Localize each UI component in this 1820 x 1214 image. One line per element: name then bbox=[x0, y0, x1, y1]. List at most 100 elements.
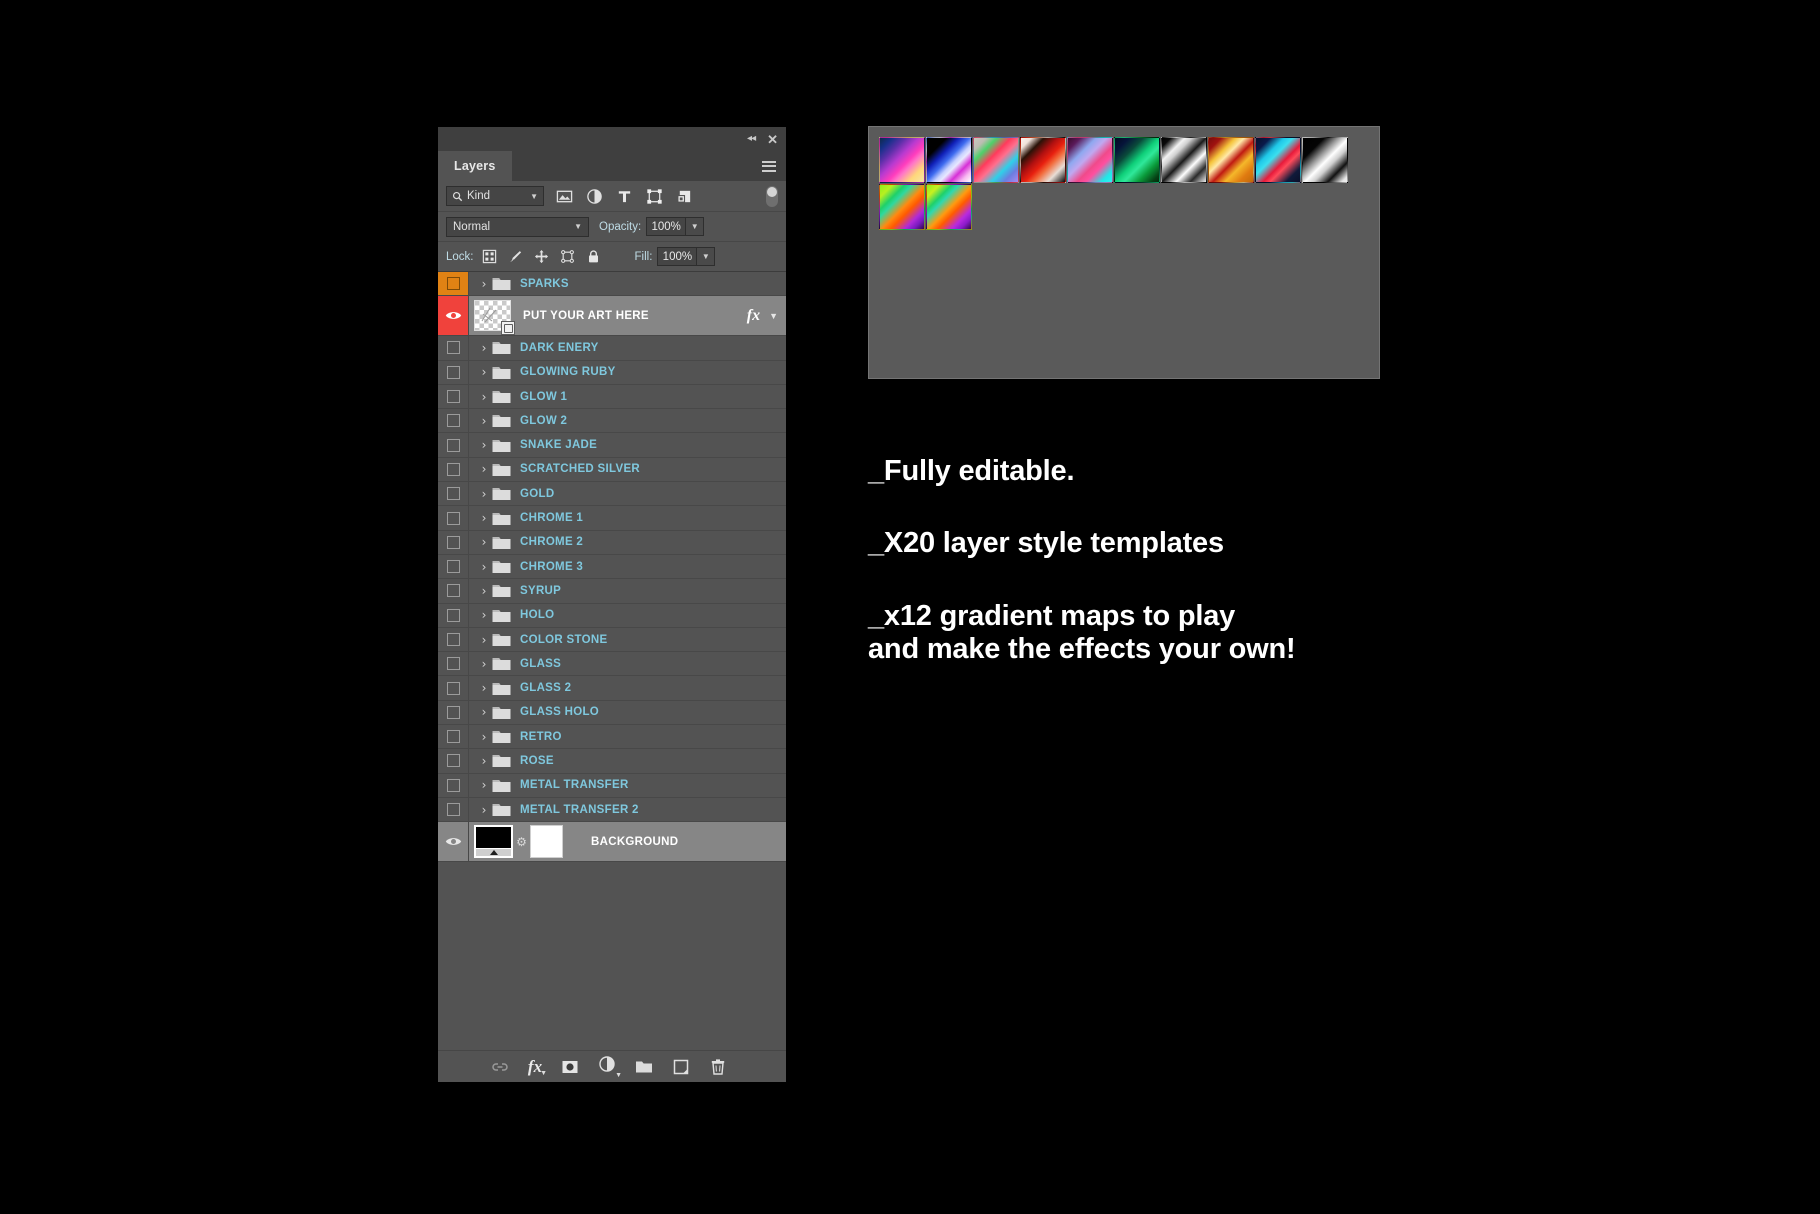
gradient-swatch-8[interactable] bbox=[1208, 137, 1254, 183]
lock-artboard-nesting-icon[interactable] bbox=[560, 249, 575, 264]
lock-all-icon[interactable] bbox=[586, 249, 601, 264]
layer-row-put-your-art-here[interactable]: PUT YOUR ART HERE fx ▼ bbox=[438, 296, 786, 336]
chevron-down-icon[interactable]: ▼ bbox=[769, 311, 778, 321]
disclosure-triangle-icon[interactable]: › bbox=[476, 706, 492, 718]
shape-filter-icon[interactable] bbox=[646, 188, 663, 205]
layer-row-color-stone[interactable]: › COLOR STONE bbox=[438, 628, 786, 652]
disclosure-triangle-icon[interactable]: › bbox=[476, 278, 492, 290]
visibility-toggle[interactable] bbox=[438, 482, 469, 505]
disclosure-triangle-icon[interactable]: › bbox=[476, 463, 492, 475]
filter-enable-toggle[interactable] bbox=[766, 186, 778, 207]
add-layer-style-button[interactable]: fx ▼ bbox=[528, 1057, 542, 1077]
disclosure-triangle-icon[interactable]: › bbox=[476, 804, 492, 816]
gradient-swatch-6[interactable] bbox=[1114, 137, 1160, 183]
new-adjustment-layer-button[interactable]: ▼ bbox=[598, 1055, 616, 1078]
type-filter-icon[interactable] bbox=[616, 188, 633, 205]
disclosure-triangle-icon[interactable]: › bbox=[476, 536, 492, 548]
layer-row-holo[interactable]: › HOLO bbox=[438, 604, 786, 628]
layer-row-glowing-ruby[interactable]: › GLOWING RUBY bbox=[438, 361, 786, 385]
layer-row-metal-transfer-2[interactable]: › METAL TRANSFER 2 bbox=[438, 798, 786, 822]
layer-row-syrup[interactable]: › SYRUP bbox=[438, 579, 786, 603]
layer-row-sparks[interactable]: › SPARKS bbox=[438, 272, 786, 296]
fx-icon[interactable]: fx bbox=[747, 307, 760, 325]
layer-row-retro[interactable]: › RETRO bbox=[438, 725, 786, 749]
layer-row-chrome-3[interactable]: › CHROME 3 bbox=[438, 555, 786, 579]
visibility-toggle[interactable] bbox=[438, 409, 469, 432]
visibility-toggle[interactable] bbox=[438, 531, 469, 554]
layer-row-glow-1[interactable]: › GLOW 1 bbox=[438, 385, 786, 409]
gradient-swatch-9[interactable] bbox=[1255, 137, 1301, 183]
visibility-toggle[interactable] bbox=[438, 774, 469, 797]
adjustment-filter-icon[interactable] bbox=[586, 188, 603, 205]
visibility-toggle[interactable] bbox=[438, 385, 469, 408]
layer-row-scratched-silver[interactable]: › SCRATCHED SILVER bbox=[438, 458, 786, 482]
visibility-toggle[interactable] bbox=[438, 749, 469, 772]
gradient-swatch-2[interactable] bbox=[926, 137, 972, 183]
fill-slider-toggle[interactable]: ▼ bbox=[697, 247, 715, 266]
disclosure-triangle-icon[interactable]: › bbox=[476, 391, 492, 403]
close-panel-icon[interactable]: ✕ bbox=[767, 133, 778, 146]
disclosure-triangle-icon[interactable]: › bbox=[476, 658, 492, 670]
link-mask-icon[interactable]: ⚙ bbox=[516, 835, 527, 849]
layer-row-dark-enery[interactable]: › DARK ENERY bbox=[438, 336, 786, 360]
gradient-swatch-4[interactable] bbox=[1020, 137, 1066, 183]
layer-row-background[interactable]: ⚙ BACKGROUND bbox=[438, 822, 786, 862]
panel-menu-button[interactable] bbox=[762, 151, 786, 181]
visibility-toggle[interactable] bbox=[438, 676, 469, 699]
visibility-toggle[interactable] bbox=[438, 652, 469, 675]
visibility-toggle[interactable] bbox=[438, 725, 469, 748]
visibility-toggle[interactable] bbox=[438, 336, 469, 359]
visibility-toggle[interactable] bbox=[438, 822, 469, 861]
gradient-swatch-10[interactable] bbox=[1302, 137, 1348, 183]
layer-effects-group[interactable]: fx ▼ bbox=[747, 307, 786, 325]
fill-input[interactable]: 100% bbox=[657, 247, 697, 266]
new-group-icon[interactable] bbox=[635, 1058, 653, 1076]
visibility-toggle[interactable] bbox=[438, 458, 469, 481]
layer-row-snake-jade[interactable]: › SNAKE JADE bbox=[438, 433, 786, 457]
visibility-toggle[interactable] bbox=[438, 701, 469, 724]
layer-row-metal-transfer[interactable]: › METAL TRANSFER bbox=[438, 774, 786, 798]
gradient-swatch-1[interactable] bbox=[879, 137, 925, 183]
disclosure-triangle-icon[interactable]: › bbox=[476, 731, 492, 743]
disclosure-triangle-icon[interactable]: › bbox=[476, 779, 492, 791]
new-layer-icon[interactable] bbox=[672, 1058, 690, 1076]
disclosure-triangle-icon[interactable]: › bbox=[476, 585, 492, 597]
layer-mask-thumbnail[interactable] bbox=[530, 825, 563, 858]
gradient-swatch-11[interactable] bbox=[879, 184, 925, 230]
disclosure-triangle-icon[interactable]: › bbox=[476, 682, 492, 694]
opacity-slider-toggle[interactable]: ▼ bbox=[686, 217, 704, 236]
opacity-input[interactable]: 100% bbox=[646, 217, 686, 236]
disclosure-triangle-icon[interactable]: › bbox=[476, 561, 492, 573]
disclosure-triangle-icon[interactable]: › bbox=[476, 609, 492, 621]
lock-image-pixels-icon[interactable] bbox=[508, 249, 523, 264]
gradient-swatch-3[interactable] bbox=[973, 137, 1019, 183]
layer-row-chrome-1[interactable]: › CHROME 1 bbox=[438, 506, 786, 530]
layer-thumbnail[interactable] bbox=[474, 300, 511, 331]
lock-transparent-pixels-icon[interactable] bbox=[482, 249, 497, 264]
layer-row-gold[interactable]: › GOLD bbox=[438, 482, 786, 506]
disclosure-triangle-icon[interactable]: › bbox=[476, 366, 492, 378]
visibility-toggle[interactable] bbox=[438, 506, 469, 529]
disclosure-triangle-icon[interactable]: › bbox=[476, 512, 492, 524]
tab-layers[interactable]: Layers bbox=[438, 151, 512, 181]
link-layers-icon[interactable] bbox=[491, 1058, 509, 1076]
disclosure-triangle-icon[interactable]: › bbox=[476, 488, 492, 500]
image-filter-icon[interactable] bbox=[556, 188, 573, 205]
visibility-toggle[interactable] bbox=[438, 361, 469, 384]
layer-thumbnail[interactable] bbox=[474, 825, 513, 858]
visibility-toggle[interactable] bbox=[438, 433, 469, 456]
disclosure-triangle-icon[interactable]: › bbox=[476, 342, 492, 354]
visibility-toggle[interactable] bbox=[438, 555, 469, 578]
collapse-panel-icon[interactable]: ◂◂ bbox=[747, 134, 755, 144]
gradient-swatch-7[interactable] bbox=[1161, 137, 1207, 183]
blend-mode-select[interactable]: Normal ▼ bbox=[446, 217, 589, 237]
visibility-toggle[interactable] bbox=[438, 604, 469, 627]
layer-row-chrome-2[interactable]: › CHROME 2 bbox=[438, 531, 786, 555]
delete-layer-icon[interactable] bbox=[709, 1058, 727, 1076]
visibility-toggle[interactable] bbox=[438, 272, 469, 295]
disclosure-triangle-icon[interactable]: › bbox=[476, 755, 492, 767]
layer-row-glow-2[interactable]: › GLOW 2 bbox=[438, 409, 786, 433]
gradient-swatch-12[interactable] bbox=[926, 184, 972, 230]
layer-row-rose[interactable]: › ROSE bbox=[438, 749, 786, 773]
disclosure-triangle-icon[interactable]: › bbox=[476, 415, 492, 427]
